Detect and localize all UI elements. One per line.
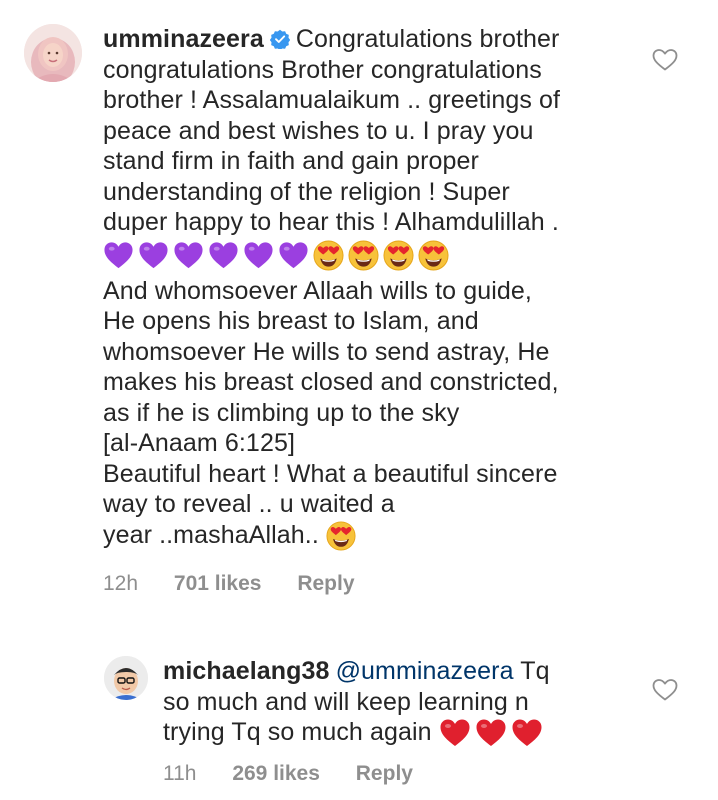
heart-outline-icon[interactable]: [652, 48, 678, 72]
red-heart-emoji-icon: [440, 719, 470, 747]
comment-line: congratulations Brother congratulations: [103, 55, 542, 84]
comment-line: [al-Anaam 6:125]: [103, 429, 295, 457]
comment-text: umminazeera Congratulations brother cong…: [103, 24, 623, 551]
comment-text: michaelang38 @umminazeera Tq so much and …: [163, 656, 603, 749]
comment-meta: 12h 701 likes Reply: [103, 572, 385, 596]
comment-line: so much and will keep learning n: [163, 687, 529, 716]
comment-line: makes his breast closed and constricted,: [103, 368, 559, 396]
comment-likes[interactable]: 269 likes: [232, 762, 320, 785]
purple-heart-emoji-icon: [139, 242, 168, 269]
comment-username[interactable]: umminazeera: [103, 25, 264, 53]
purple-heart-emoji-icon: [279, 242, 308, 269]
heart-eyes-emoji-icon: [383, 240, 414, 271]
comment-time[interactable]: 12h: [103, 572, 138, 595]
comment-line: trying Tq so much again: [163, 718, 432, 746]
comment-time[interactable]: 11h: [163, 762, 196, 785]
reply-button[interactable]: Reply: [297, 572, 354, 595]
avatar-image: [24, 24, 82, 82]
comment-line: year ..mashaAllah..: [103, 520, 319, 549]
red-heart-emoji-icon: [512, 719, 542, 747]
avatar[interactable]: [104, 656, 148, 700]
purple-heart-emoji-icon: [104, 242, 133, 269]
heart-eyes-emoji-icon: [348, 240, 379, 271]
comment-username[interactable]: michaelang38: [163, 657, 330, 685]
comment-meta: 11h 269 likes Reply: [163, 762, 443, 786]
heart-eyes-emoji-icon: [418, 240, 449, 271]
comment-line: brother ! Assalamualaikum .. greetings o…: [103, 86, 561, 114]
comment-line: Beautiful heart ! What a beautiful since…: [103, 459, 558, 488]
purple-heart-emoji-icon: [174, 242, 203, 269]
comment-line: as if he is climbing up to the sky: [103, 398, 460, 427]
mention-link[interactable]: @umminazeera: [336, 657, 514, 685]
comment-line: Tq: [520, 657, 550, 685]
comment-line: understanding of the religion ! Super: [103, 177, 510, 206]
comment-line: stand firm in faith and gain proper: [103, 147, 479, 175]
comment-line: way to reveal .. u waited a: [103, 490, 395, 518]
purple-heart-emoji-icon: [209, 242, 238, 269]
comment-line: Congratulations brother: [295, 25, 560, 53]
avatar[interactable]: [24, 24, 82, 82]
comments-thread: umminazeera Congratulations brother cong…: [0, 0, 718, 800]
heart-outline-icon[interactable]: [652, 678, 678, 702]
red-heart-emoji-icon: [476, 719, 506, 747]
reply-button[interactable]: Reply: [356, 762, 413, 785]
comment-line: peace and best wishes to u. I pray you: [103, 116, 534, 145]
purple-heart-emoji-icon: [244, 242, 273, 269]
emoji-row: [439, 718, 547, 747]
comment-likes[interactable]: 701 likes: [174, 572, 262, 595]
heart-eyes-emoji-icon: [326, 521, 360, 551]
emoji-row: [103, 240, 623, 276]
verified-badge-icon: [269, 29, 290, 49]
comment-line: whomsoever He wills to send astray, He: [103, 337, 550, 366]
avatar-image: [104, 656, 148, 700]
heart-eyes-emoji-icon: [313, 240, 344, 271]
comment-line: And whomsoever Allaah wills to guide,: [103, 276, 532, 305]
comment-line: duper happy to hear this ! Alhamdulillah…: [103, 208, 559, 236]
comment-line: He opens his breast to Islam, and: [103, 307, 479, 335]
